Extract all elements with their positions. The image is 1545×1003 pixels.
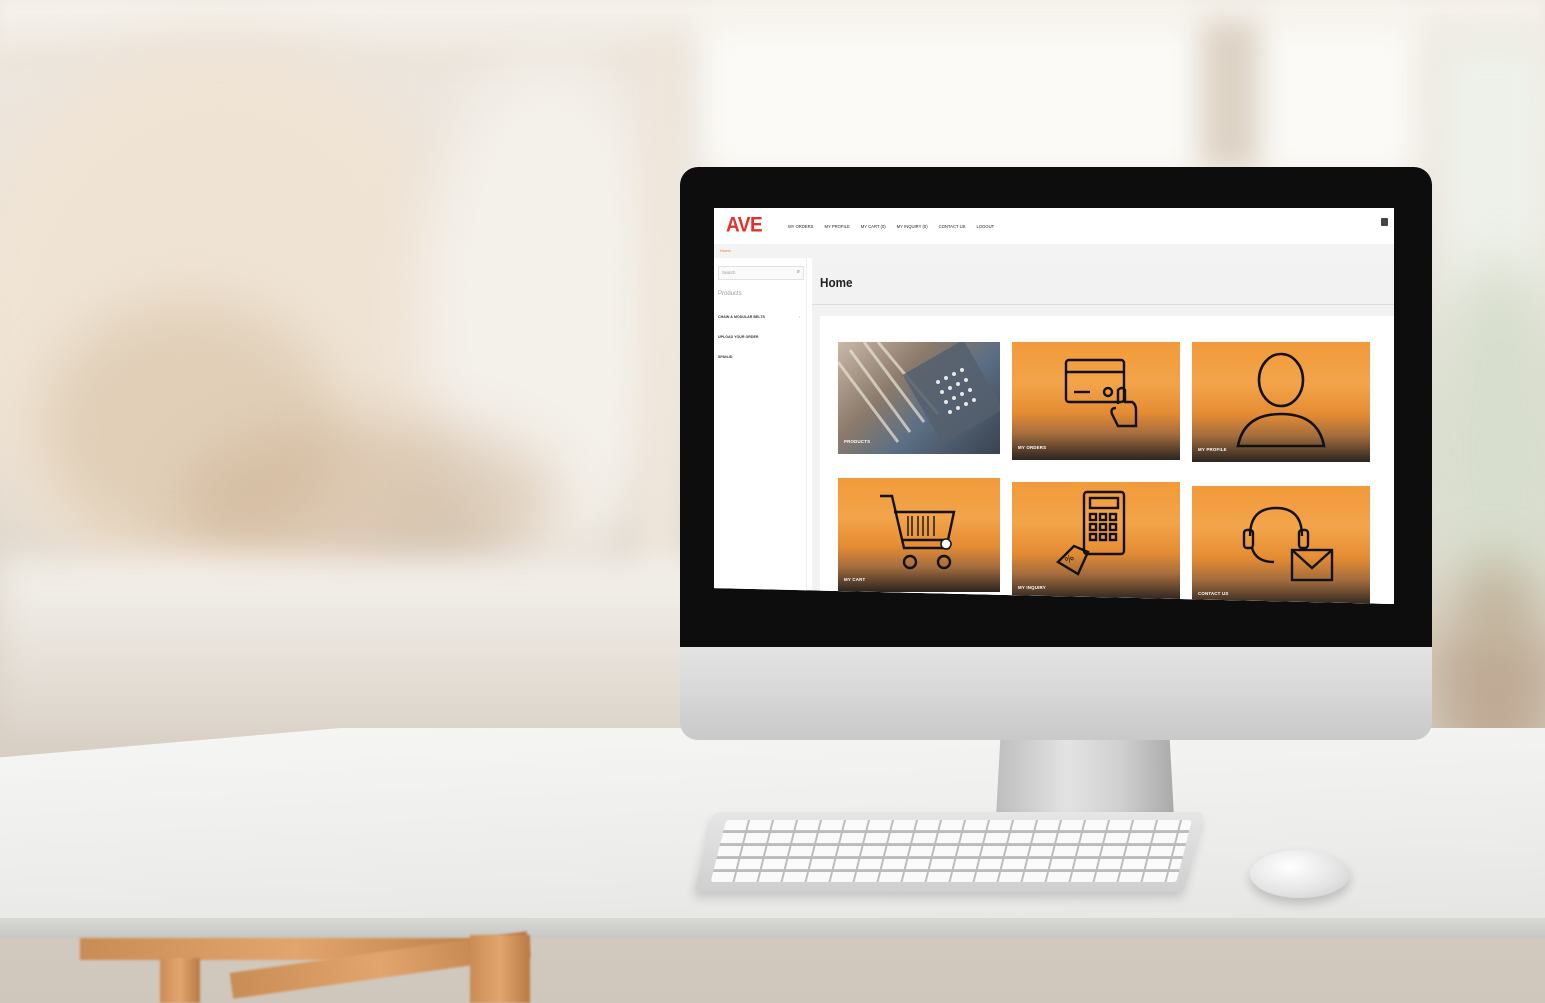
sidebar-item-upload-order[interactable]: UPLOAD YOUR ORDER [718, 335, 758, 339]
belt-pattern-image [838, 342, 1000, 445]
products-tile[interactable]: PRODUCTS [838, 342, 1000, 454]
my-cart-tile[interactable]: MY CART [838, 478, 1000, 592]
ave-logo[interactable]: AVE [726, 214, 763, 238]
nav-logout[interactable]: LOGOUT [976, 224, 994, 229]
desk-edge [0, 918, 1545, 938]
headset-mail-icon [1242, 506, 1334, 582]
my-profile-tile[interactable]: MY PROFILE [1192, 342, 1370, 462]
sidebar-item-span-id[interactable]: SPAN-ID [718, 355, 733, 359]
main-nav: MY ORDERS MY PROFILE MY CART (0) MY INQU… [788, 224, 994, 229]
keyboard [694, 812, 1204, 892]
monitor-screen: AVE MY ORDERS MY PROFILE MY CART (0) MY … [714, 208, 1394, 604]
calculator-icon: % [1056, 490, 1126, 576]
nav-my-profile[interactable]: MY PROFILE [824, 224, 849, 229]
contact-us-tile[interactable]: CONTACT US [1192, 486, 1370, 604]
user-icon [1236, 352, 1326, 448]
nav-my-cart[interactable]: MY CART (0) [861, 224, 886, 229]
credit-card-icon [1064, 358, 1138, 428]
nav-my-inquiry[interactable]: MY INQUIRY (0) [897, 224, 928, 229]
chevron-right-icon[interactable]: › [799, 314, 800, 319]
nav-my-orders[interactable]: MY ORDERS [788, 224, 813, 229]
breadcrumb-bar: Home [714, 244, 1394, 258]
my-orders-tile[interactable]: MY ORDERS [1012, 342, 1180, 460]
page-title: Home [820, 275, 853, 290]
tile-label: MY CART [844, 577, 866, 582]
sidebar: Search ⌕ Products CHAIN & MODULAR BELTS … [714, 258, 807, 604]
search-input[interactable]: Search ⌕ [718, 266, 804, 280]
search-icon[interactable]: ⌕ [797, 269, 800, 276]
desk-leg [160, 958, 200, 1003]
tile-label: MY ORDERS [1018, 445, 1047, 450]
shopping-cart-icon [880, 494, 956, 570]
keyboard-keys [710, 820, 1192, 882]
tile-label: MY INQUIRY [1018, 585, 1046, 590]
nav-contact-us[interactable]: CONTACT US [939, 224, 966, 229]
tile-label: PRODUCTS [844, 439, 871, 444]
desk-leg [470, 935, 530, 1003]
trash-icon[interactable] [1381, 218, 1388, 226]
tile-label: CONTACT US [1198, 591, 1229, 596]
main-content: Home PRODUCTS MY ORDERS MY PROFILE MY CA… [812, 258, 1394, 604]
sidebar-title: Products [718, 291, 742, 297]
top-navigation-bar: AVE MY ORDERS MY PROFILE MY CART (0) MY … [714, 208, 1394, 245]
my-inquiry-tile[interactable]: % MY INQUIRY [1012, 482, 1180, 600]
sidebar-item-chain-belts[interactable]: CHAIN & MODULAR BELTS [718, 315, 765, 319]
dashboard-card: PRODUCTS MY ORDERS MY PROFILE MY CART % … [820, 316, 1394, 604]
title-divider [812, 304, 1394, 305]
breadcrumb[interactable]: Home [720, 248, 731, 253]
search-placeholder: Search [722, 270, 736, 275]
tile-label: MY PROFILE [1198, 447, 1227, 452]
mouse [1250, 850, 1350, 898]
